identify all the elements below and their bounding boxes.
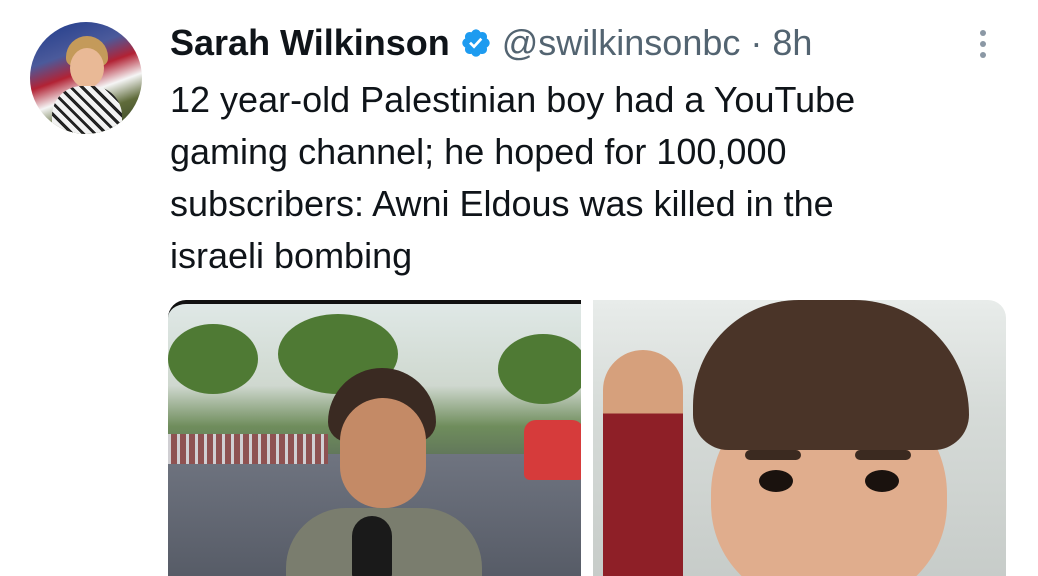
media-photo-boy-portrait[interactable] — [593, 300, 1006, 576]
verified-badge-icon[interactable] — [460, 27, 492, 59]
photo-boy-face — [340, 398, 426, 508]
tweet-header: Sarah Wilkinson @swilkinsonbc · 8h — [170, 18, 812, 68]
photo-boy-brow — [855, 450, 911, 460]
media-photo-boy-with-microphone[interactable] — [168, 300, 581, 576]
tweet-timestamp[interactable]: 8h — [772, 18, 812, 68]
photo-tree — [168, 324, 258, 394]
tweet-media — [168, 300, 1006, 576]
photo-red-car — [524, 420, 581, 480]
avatar-scarf — [52, 86, 122, 134]
photo-boy-brow — [745, 450, 801, 460]
photo-boy-hair — [693, 300, 969, 450]
tweet[interactable]: Sarah Wilkinson @swilkinsonbc · 8h 12 ye… — [0, 0, 1038, 576]
microphone-icon — [352, 516, 392, 576]
photo-fence — [168, 434, 328, 464]
separator-dot: · — [750, 22, 763, 63]
photo-boy-eye — [759, 470, 793, 492]
tweet-text: 12 year-old Palestinian boy had a YouTub… — [170, 79, 856, 276]
avatar-face — [70, 48, 104, 88]
photo-background-child — [603, 350, 683, 576]
photo-boy-eye — [865, 470, 899, 492]
photo-tree — [498, 334, 581, 404]
more-dot — [980, 52, 986, 58]
author-handle[interactable]: @swilkinsonbc — [502, 18, 741, 68]
author-avatar[interactable] — [30, 22, 142, 134]
author-name[interactable]: Sarah Wilkinson — [170, 18, 450, 68]
more-dot — [980, 41, 986, 47]
more-options-icon[interactable] — [968, 24, 998, 64]
more-dot — [980, 30, 986, 36]
